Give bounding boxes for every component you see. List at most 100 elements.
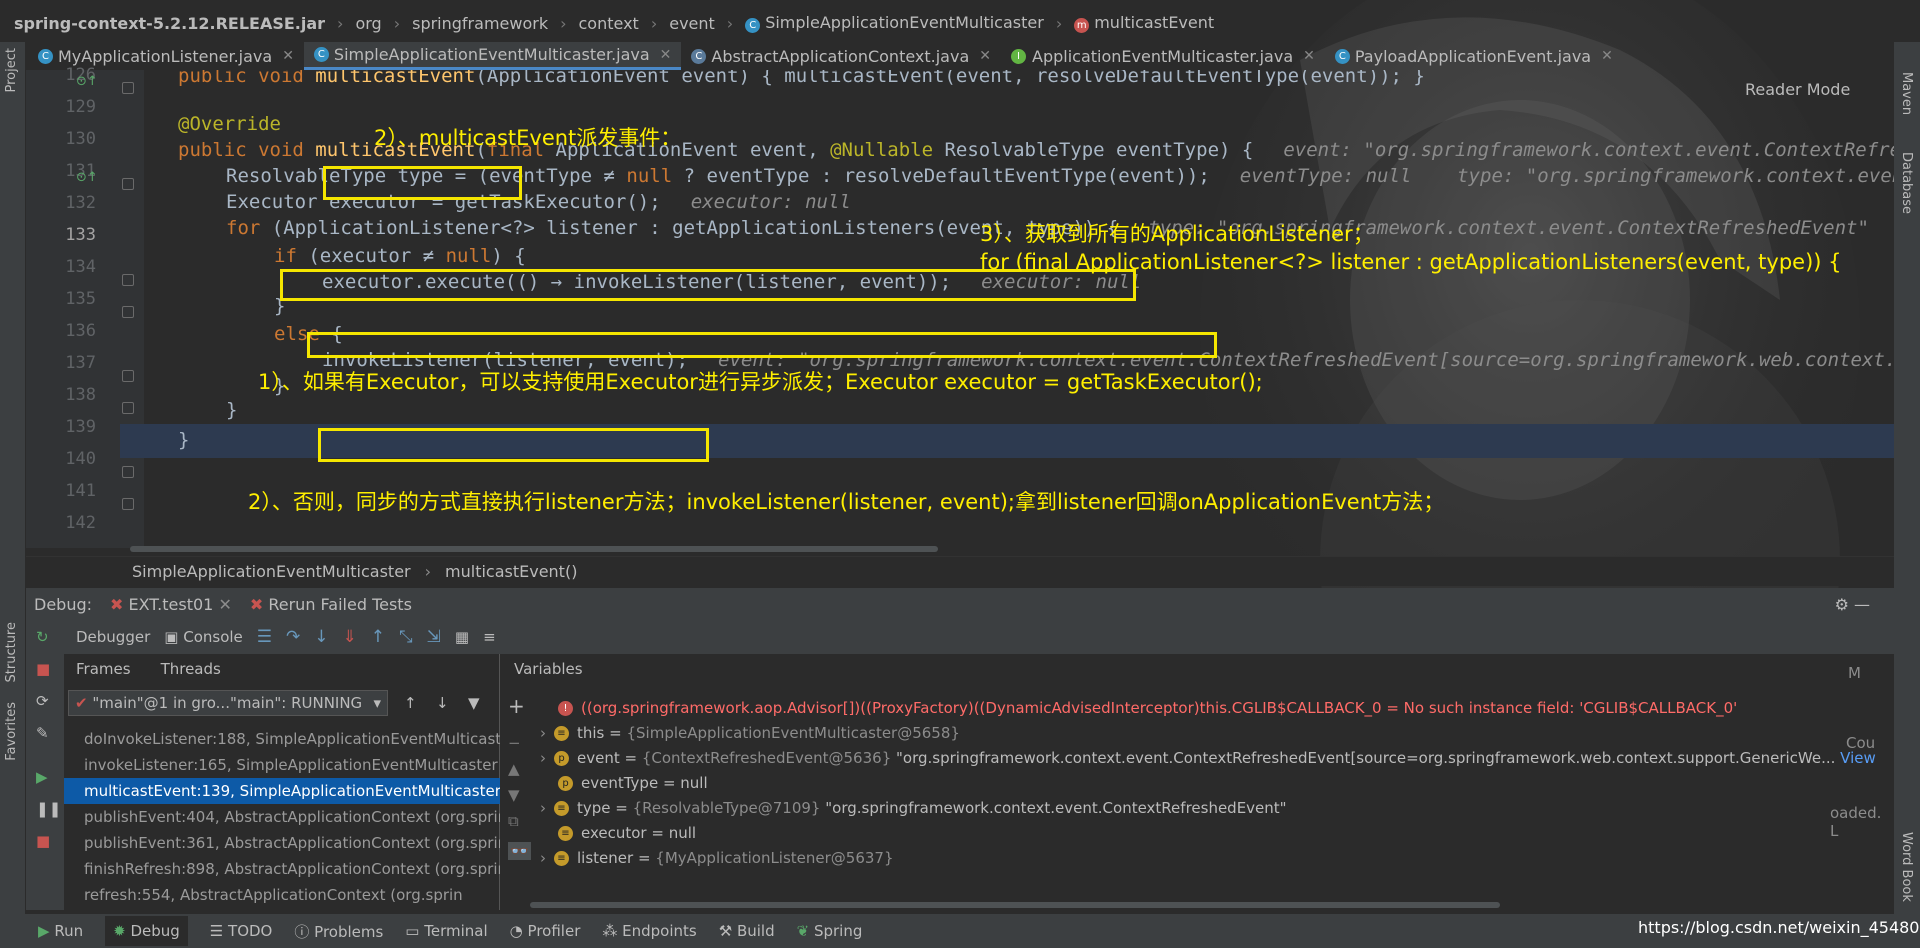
terminal-tool-button[interactable]: ▭ Terminal [405, 922, 487, 940]
resume-icon[interactable]: ▶ [36, 768, 48, 786]
fold-icon[interactable] [122, 370, 134, 382]
variable-row-eventtype[interactable]: p eventType = null [558, 771, 708, 796]
favorites-tool-button[interactable]: Favorites [4, 702, 19, 761]
close-icon[interactable]: ✕ [979, 48, 991, 64]
close-icon[interactable]: ✕ [1601, 48, 1613, 64]
frame-item[interactable]: invokeListener:165, SimpleApplicationEve… [64, 752, 500, 778]
step-into-icon[interactable]: ↓ [314, 627, 328, 647]
stop-icon[interactable]: ■ [36, 832, 50, 850]
evaluate-icon[interactable]: ▦ [455, 628, 469, 646]
thread-select[interactable]: ✔ "main"@1 in gro..."main": RUNNING ▾ [68, 690, 388, 716]
frame-item-selected[interactable]: multicastEvent:139, SimpleApplicationEve… [64, 778, 500, 804]
fold-icon[interactable] [122, 306, 134, 318]
breadcrumb-method[interactable]: m multicastEvent [1074, 13, 1214, 33]
expand-chevron-icon[interactable]: › [540, 799, 546, 817]
tab-simple-application-event-multicaster[interactable]: C SimpleApplicationEventMulticaster.java ✕ [303, 42, 682, 70]
spring-tool-button[interactable]: ❦ Spring [797, 922, 863, 940]
close-icon[interactable]: ✕ [282, 48, 294, 64]
fold-icon[interactable] [122, 82, 134, 94]
rerun-icon[interactable]: ↻ [36, 628, 49, 646]
close-icon[interactable]: ✕ [218, 595, 231, 614]
frame-item[interactable]: doInvokeListener:188, SimpleApplicationE… [64, 726, 500, 752]
profiler-tool-button[interactable]: ◔ Profiler [510, 922, 581, 940]
expand-chevron-icon[interactable]: › [540, 724, 546, 742]
word-book-tool-button[interactable]: Word Book [1899, 832, 1914, 902]
frame-item[interactable]: publishEvent:361, AbstractApplicationCon… [64, 830, 500, 856]
stop-icon[interactable]: ■ [36, 660, 50, 678]
frame-item[interactable]: publishEvent:404, AbstractApplicationCon… [64, 804, 500, 830]
tab-debugger[interactable]: Debugger [74, 628, 150, 646]
variable-row-executor[interactable]: ≡ executor = null [558, 821, 696, 846]
trace-icon[interactable]: ≡ [483, 628, 496, 646]
todo-label: TODO [228, 922, 273, 940]
maven-tool-button[interactable]: Maven [1899, 72, 1914, 115]
expand-chevron-icon[interactable]: › [540, 849, 546, 867]
close-icon[interactable]: ✕ [1303, 48, 1315, 64]
arrow-down-icon[interactable]: ↓ [436, 694, 449, 712]
frame-item[interactable]: refresh:554, AbstractApplicationContext … [64, 882, 500, 908]
step-over-icon[interactable]: ↷ [286, 627, 300, 647]
database-tool-button[interactable]: Database [1899, 152, 1914, 214]
fold-icon[interactable] [122, 178, 134, 190]
project-tool-button[interactable]: Project [4, 48, 19, 92]
breadcrumb-context[interactable]: context [579, 14, 639, 33]
fold-icon[interactable] [122, 466, 134, 478]
variables-horizontal-scrollbar[interactable] [530, 902, 1500, 908]
fold-icon[interactable] [122, 402, 134, 414]
reader-mode-toggle[interactable]: Reader Mode [1745, 80, 1850, 99]
breadcrumb-org[interactable]: org [355, 14, 381, 33]
up-icon[interactable]: ▲ [508, 760, 520, 778]
run-to-cursor-icon[interactable]: ⇲ [427, 627, 441, 647]
variable-row-type[interactable]: › ≡ type = {ResolvableType@7109} "org.spri… [540, 796, 1287, 821]
arrow-up-icon[interactable]: ↑ [404, 694, 417, 712]
filter-icon[interactable]: ▼ [468, 694, 480, 712]
breadcrumb-class[interactable]: C SimpleApplicationEventMulticaster [745, 13, 1044, 33]
fold-icon[interactable] [122, 274, 134, 286]
override-marker-icon[interactable]: ⊙↑ [76, 170, 98, 185]
rerun-session-tab[interactable]: ✖ Rerun Failed Tests [250, 595, 412, 614]
copy-icon[interactable]: ⧉ [508, 812, 519, 830]
fold-icon[interactable] [122, 498, 134, 510]
run-tool-button[interactable]: ▶ Run [38, 922, 83, 940]
breadcrumb-springframework[interactable]: springframework [412, 14, 548, 33]
watch-glasses-icon[interactable]: 👓 [508, 842, 531, 860]
tab-abstract-application-context[interactable]: C AbstractApplicationContext.java ✕ [681, 42, 1001, 70]
tab-threads[interactable]: Threads [149, 654, 233, 678]
breadcrumb-jar[interactable]: spring-context-5.2.12.RELEASE.jar [14, 14, 325, 33]
drop-frame-icon[interactable]: ⤡ [399, 627, 413, 647]
editor-breadcrumb-class[interactable]: SimpleApplicationEventMulticaster [132, 562, 411, 581]
frame-item[interactable]: finishRefresh:898, AbstractApplicationCo… [64, 856, 500, 882]
force-step-into-icon[interactable]: ⇓ [343, 627, 357, 647]
expand-chevron-icon[interactable]: › [540, 749, 546, 767]
close-icon[interactable]: ✕ [660, 47, 672, 63]
debug-tool-button[interactable]: ✹ Debug [105, 916, 188, 946]
down-icon[interactable]: ▼ [508, 786, 520, 804]
variable-row-this[interactable]: › ≡ this = {SimpleApplicationEventMulticas… [540, 721, 960, 746]
todo-tool-button[interactable]: ☰ TODO [210, 922, 273, 940]
minus-icon[interactable]: − [508, 734, 521, 752]
debug-session-tab[interactable]: ✖ EXT.test01 ✕ [110, 595, 232, 614]
endpoints-tool-button[interactable]: ⁂ Endpoints [602, 922, 696, 940]
editor-breadcrumb-method[interactable]: multicastEvent() [445, 562, 577, 581]
editor-horizontal-scrollbar[interactable] [130, 546, 938, 552]
variable-row-event[interactable]: › p event = {ContextRefreshedEvent@5636} "… [540, 746, 1876, 771]
build-tool-button[interactable]: ⚒ Build [719, 922, 775, 940]
step-out-icon[interactable]: ↑ [371, 627, 385, 647]
tab-application-event-multicaster[interactable]: I ApplicationEventMulticaster.java ✕ [1001, 42, 1325, 70]
structure-tool-button[interactable]: Structure [4, 622, 19, 682]
tab-console[interactable]: ▣ Console [164, 628, 243, 646]
menu-icon[interactable]: ☰ [257, 627, 272, 647]
wrench-icon[interactable]: ✎ [36, 724, 49, 742]
tab-payload-application-event[interactable]: C PayloadApplicationEvent.java ✕ [1325, 42, 1623, 70]
breadcrumb-event[interactable]: event [669, 14, 715, 33]
variable-error-row[interactable]: ! ((org.springframework.aop.Advisor[])((P… [558, 696, 1737, 721]
pause-icon[interactable]: ❚❚ [36, 800, 61, 818]
add-watch-icon[interactable]: + [508, 694, 534, 718]
override-marker-icon[interactable]: ⊙↑ [76, 74, 98, 89]
variable-row-listener[interactable]: › ≡ listener = {MyApplicationListener@5637… [540, 846, 894, 871]
tab-frames[interactable]: Frames [64, 654, 143, 678]
gear-icon[interactable]: ⚙ — [1835, 595, 1870, 614]
tab-label: PayloadApplicationEvent.java [1354, 46, 1592, 66]
problems-tool-button[interactable]: ⓘ Problems [294, 921, 383, 942]
restore-layout-icon[interactable]: ⟳ [36, 692, 49, 710]
